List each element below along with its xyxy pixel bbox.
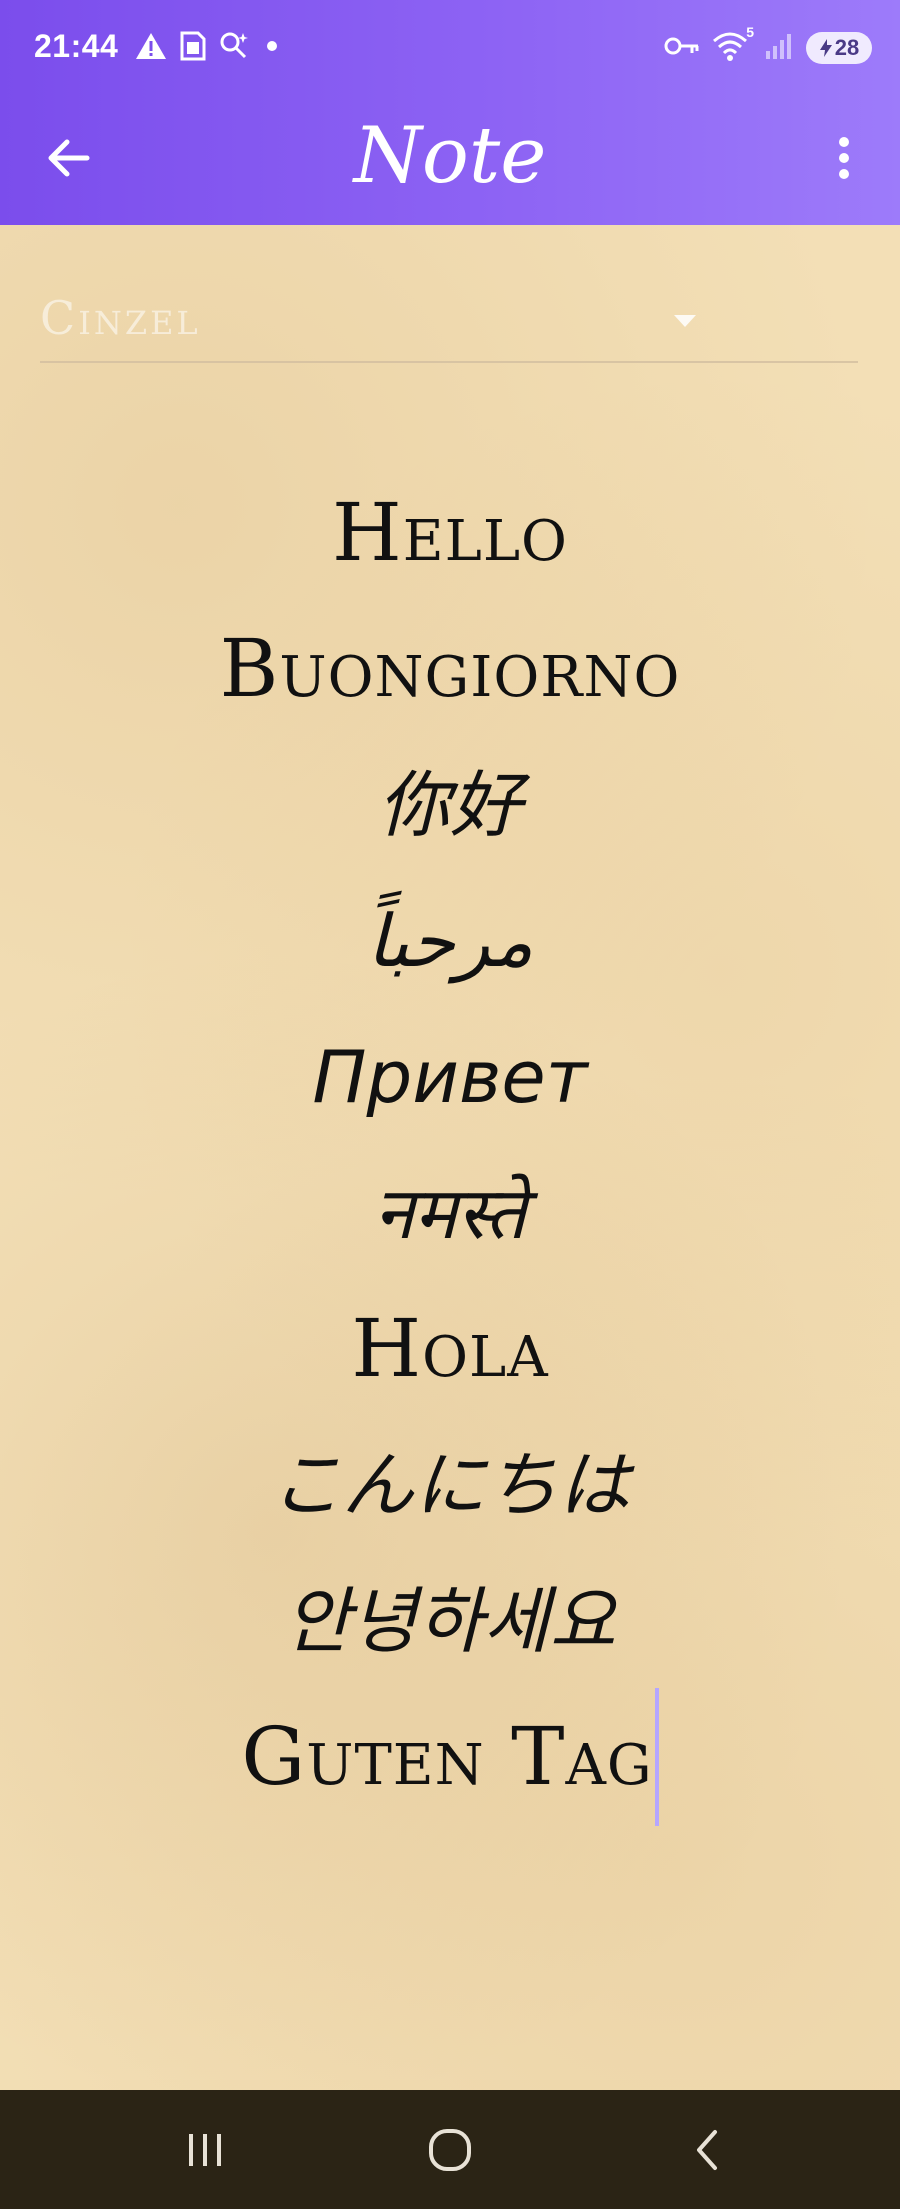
dot-icon <box>260 34 284 62</box>
page-title: Note <box>353 111 547 201</box>
battery-level: 28 <box>834 35 860 60</box>
sim-card-icon <box>178 30 208 66</box>
more-options-button[interactable] <box>814 128 874 188</box>
back-icon <box>697 2130 717 2170</box>
note-line: 你好 <box>377 763 522 847</box>
note-line-text: Guten Tag <box>241 1710 653 1803</box>
signal-icon <box>764 31 794 65</box>
home-icon <box>429 2129 471 2171</box>
wifi-badge: 5 <box>746 24 754 40</box>
note-line: Hello <box>332 486 568 579</box>
note-line: Hola <box>351 1302 549 1395</box>
search-sparkle-icon <box>218 30 250 66</box>
note-line: Привет <box>312 1035 588 1119</box>
navigation-bar <box>0 2090 900 2209</box>
status-time: 21:44 <box>34 28 119 64</box>
recent-apps-icon <box>189 2134 221 2166</box>
recent-apps-button[interactable] <box>170 2118 240 2182</box>
note-line: مرحباً <box>366 899 534 983</box>
text-cursor <box>654 1688 659 1826</box>
more-vertical-icon <box>839 137 849 179</box>
vpn-key-icon <box>664 34 700 62</box>
status-bar: 21:44 5 28 <box>0 0 900 100</box>
status-icons-right: 5 28 <box>664 24 872 66</box>
wifi-icon: 5 <box>712 24 754 66</box>
system-back-button[interactable] <box>672 2118 742 2182</box>
font-selector-value: Cinzel <box>40 291 201 345</box>
status-icons-left <box>134 30 284 66</box>
warning-icon <box>134 31 168 65</box>
note-editor[interactable]: Cinzel Hello Buongiorno 你好 مرحباً Привет… <box>0 225 900 2090</box>
home-button[interactable] <box>415 2118 485 2182</box>
dropdown-caret-icon <box>674 315 696 327</box>
app-bar: Note <box>0 100 900 225</box>
note-screen: 21:44 5 28 Note Cinzel Hello Buongiorno … <box>0 0 900 2209</box>
charging-bolt-icon <box>819 39 832 57</box>
note-line: नमस्ते <box>373 1171 527 1255</box>
note-line: Buongiorno <box>219 622 681 715</box>
note-text-area[interactable]: Hello Buongiorno 你好 مرحباً Привет नमस्ते… <box>0 465 900 1826</box>
note-line-last: Guten Tag <box>0 1688 900 1826</box>
note-line: こんにちは <box>269 1443 630 1527</box>
font-selector-dropdown[interactable]: Cinzel <box>40 289 858 363</box>
battery-icon: 28 <box>806 32 872 64</box>
header: 21:44 5 28 Note <box>0 0 900 225</box>
note-line: 안녕하세요 <box>284 1579 616 1663</box>
